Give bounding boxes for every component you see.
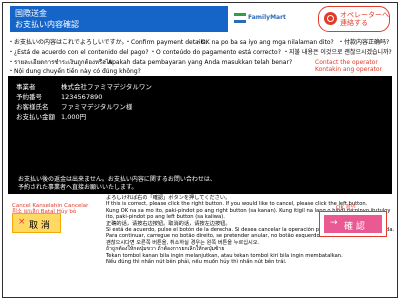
instruction-line: 괜찮으시다면 오른쪽 버튼을, 취소하실 경우는 왼쪽 버튼을 누르십시오. <box>106 239 260 246</box>
question-id: ・Apakah data pembayaran yang Anda masukk… <box>102 59 293 66</box>
instruction-line: ถ้าถูกต้องให้กดปุ่มขวา ถ้าต้องการยกเลิกใ… <box>106 246 225 253</box>
question-pt: ・O conteúdo do pagamento está correcto? <box>150 49 281 56</box>
question-ko: ・지불 내용은 이것으로 괜찮으시겠습니까? <box>283 49 392 56</box>
operator-button-label: オペレーターへ 連絡する <box>340 11 389 27</box>
familymart-logo: FamilyMart <box>232 9 302 31</box>
instruction-line: Nếu đúng thì nhấn nút bên phải, nếu muốn… <box>106 259 287 266</box>
detail-row: お客様氏名 ファミマデジタルワン様 <box>16 101 132 111</box>
operator-note-line-2: Kontakin ang operator <box>315 66 382 73</box>
detail-row: お支払い金額 1,000円 <box>16 111 86 121</box>
question-vi: ・Nội dung chuyển tiền này có đúng không? <box>8 68 141 75</box>
question-es: ・¿Está de acuerdo con el contenido del p… <box>8 49 149 56</box>
refund-note: お支払い後の返金は出来ません。お支払い内容に関するお問い合わせは、 予約された事… <box>18 176 216 192</box>
confirm-button[interactable]: → 確 認 <box>319 211 387 237</box>
detail-label: お支払い金額 <box>16 113 55 121</box>
instruction-line: If this is correct, please click the rig… <box>106 201 368 208</box>
refund-note-line-2: 予約された事業者へ直接お願いいたします。 <box>18 184 138 191</box>
detail-label: 予約番号 <box>16 93 42 101</box>
instruction-line: Para continuar, carregue no botão direit… <box>106 233 322 240</box>
title-line-2: お支払い内容確認 <box>15 20 79 29</box>
instruction-line: Tekan tombol kanan bila ingin melanjutka… <box>106 252 343 259</box>
operator-label-line-1: オペレーターへ <box>340 11 389 19</box>
operator-label-line-2: 連絡する <box>340 19 368 27</box>
detail-label: 事業者 <box>16 83 36 91</box>
operator-note: Contact the operator Kontakin ang operat… <box>315 59 382 73</box>
question-ja: ・お支払いの内容はこれでよろしいですか。 <box>8 39 128 46</box>
detail-row: 予約番号 1234567890 <box>16 91 102 101</box>
cancel-button-label: 取 消 <box>29 221 50 231</box>
title-line-1: 国際送金 <box>15 9 47 18</box>
confirm-button-face: → 確 認 <box>324 215 382 233</box>
close-icon: × <box>18 217 26 227</box>
operator-icon <box>324 12 337 25</box>
cancel-button[interactable]: × 取 消 <box>12 213 61 233</box>
detail-value: 1,000円 <box>61 113 87 121</box>
page-title: 国際送金 お支払い内容確認 <box>10 6 228 32</box>
refund-note-line-1: お支払い後の返金は出来ません。お支払い内容に関するお問い合わせは、 <box>18 176 216 183</box>
operator-note-line-1: Contact the operator <box>315 59 378 66</box>
detail-value: 株式会社ファミマデジタルワン <box>61 83 152 91</box>
payment-details-panel: 事業者 株式会社ファミマデジタルワン 予約番号 1234567890 お客様氏名 ファ… <box>8 76 392 194</box>
question-zh: ・付款内容正确吗? <box>338 39 390 46</box>
confirm-button-label: 確 認 <box>344 222 365 232</box>
detail-label: お客様氏名 <box>16 103 49 111</box>
instruction-line: ito, paki-pindot po ang left button (sa … <box>106 214 225 221</box>
instruction-line: よろしければ右の「確認」ボタンを押してください。 <box>106 195 231 201</box>
confirm-labels: OK 확인 <box>336 203 356 211</box>
detail-row: 事業者 株式会社ファミマデジタルワン <box>16 81 152 91</box>
detail-value: ファミマデジタルワン様 <box>61 103 133 111</box>
question-th: ・รายละเอียดการชำระเงินถูกต้องหรือไม่ <box>8 59 113 66</box>
logo-text: FamilyMart <box>248 14 286 21</box>
instruction-line: 正确的话，请按右边按钮。取消的话，请按左边按钮。 <box>106 220 231 227</box>
arrow-right-icon: → <box>330 218 338 228</box>
detail-value: 1234567890 <box>61 93 103 101</box>
question-tl: ・OK na po ba sa iyo ang mga nilalaman di… <box>195 39 334 46</box>
contact-operator-button[interactable]: オペレーターへ 連絡する <box>318 6 390 32</box>
